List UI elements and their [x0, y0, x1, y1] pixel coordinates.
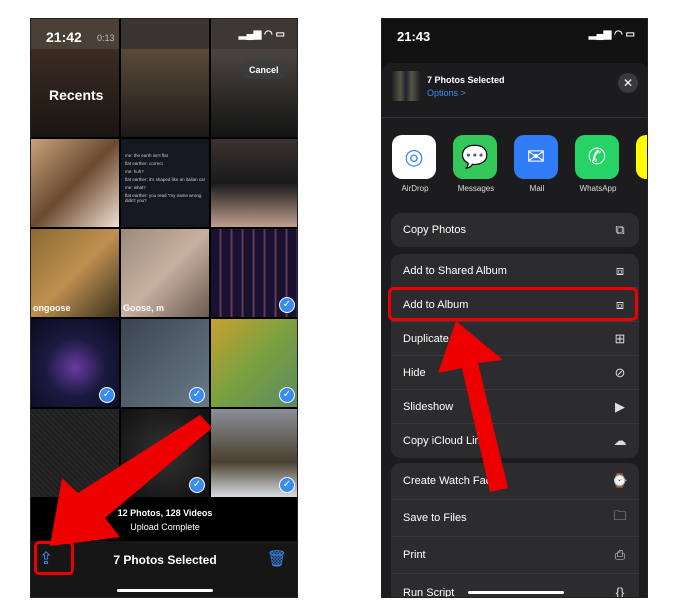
arrow-to-add-album	[438, 321, 508, 492]
annotation-arrows	[50, 321, 508, 546]
arrow-to-share	[50, 415, 212, 546]
